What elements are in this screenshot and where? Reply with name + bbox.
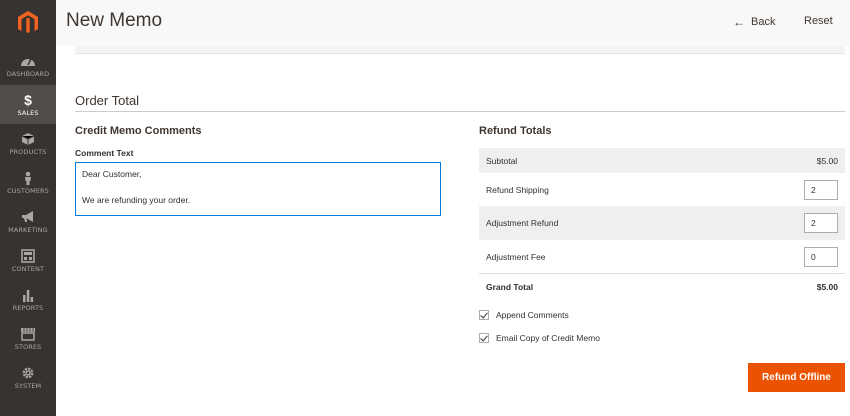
previous-section-bottom	[75, 46, 845, 54]
dashboard-icon	[21, 58, 35, 66]
adjustment-fee-row: Adjustment Fee	[479, 240, 845, 273]
storefront-icon	[21, 327, 35, 341]
adjustment-fee-input[interactable]	[804, 246, 838, 267]
sidebar-item-dashboard[interactable]: DASHBOARD	[0, 46, 56, 85]
section-divider	[75, 111, 845, 112]
sidebar-item-label: MARKETING	[8, 225, 48, 234]
megaphone-icon	[22, 210, 33, 222]
refund-shipping-row: Refund Shipping	[479, 173, 845, 206]
section-title: Order Total	[75, 93, 140, 108]
sidebar-item-label: CUSTOMERS	[7, 186, 49, 195]
subtotal-value: $5.00	[816, 155, 838, 166]
person-icon	[25, 171, 31, 185]
append-comments-option[interactable]: Append Comments	[479, 310, 569, 320]
sidebar-item-stores[interactable]: STORES	[0, 319, 56, 358]
grand-total-value: $5.00	[816, 282, 838, 292]
adjustment-refund-row: Adjustment Refund	[479, 206, 845, 240]
refund-shipping-label: Refund Shipping	[486, 184, 549, 195]
arrow-left-icon: ←	[733, 15, 745, 29]
refund-offline-button[interactable]: Refund Offline	[748, 363, 845, 392]
dollar-icon: $	[24, 91, 32, 108]
cube-icon	[21, 132, 35, 145]
grand-total-label: Grand Total	[486, 282, 534, 292]
layout-icon	[21, 248, 35, 263]
append-comments-label: Append Comments	[496, 310, 569, 320]
comment-text-label: Comment Text	[75, 148, 134, 158]
credit-memo-comments-title: Credit Memo Comments	[75, 125, 202, 137]
sidebar-item-marketing[interactable]: MARKETING	[0, 202, 56, 241]
append-comments-checkbox[interactable]	[479, 310, 489, 320]
admin-sidebar: DASHBOARD $ SALES PRODUCTS CUSTOMERS MAR…	[0, 0, 56, 416]
magento-logo-icon[interactable]	[0, 0, 56, 46]
sidebar-item-reports[interactable]: REPORTS	[0, 280, 56, 319]
reset-button[interactable]: Reset	[804, 15, 833, 27]
bar-chart-icon	[23, 289, 34, 302]
grand-total-row: Grand Total $5.00	[479, 273, 845, 300]
sidebar-item-sales[interactable]: $ SALES	[0, 85, 56, 124]
sidebar-item-label: DASHBOARD	[6, 69, 50, 78]
sidebar-item-label: CONTENT	[11, 264, 45, 273]
comment-textarea[interactable]: Dear Customer, We are refunding your ord…	[75, 162, 441, 216]
page-header: New Memo ← Back Reset	[56, 0, 850, 46]
email-copy-checkbox[interactable]	[479, 333, 489, 343]
gear-icon	[22, 367, 34, 378]
subtotal-label: Subtotal	[486, 155, 518, 166]
email-copy-label: Email Copy of Credit Memo	[496, 333, 600, 343]
adjustment-fee-label: Adjustment Fee	[486, 251, 546, 262]
email-copy-option[interactable]: Email Copy of Credit Memo	[479, 333, 600, 343]
page-title: New Memo	[66, 10, 163, 31]
refund-totals-title: Refund Totals	[479, 125, 552, 137]
adjustment-refund-input[interactable]	[804, 213, 838, 233]
subtotal-row: Subtotal $5.00	[479, 148, 845, 173]
back-button-label: Back	[751, 16, 776, 28]
sidebar-item-label: SYSTEM	[14, 381, 42, 390]
adjustment-refund-label: Adjustment Refund	[486, 218, 559, 228]
back-button[interactable]: ← Back	[733, 15, 775, 29]
sidebar-item-products[interactable]: PRODUCTS	[0, 124, 56, 163]
sidebar-item-label: REPORTS	[12, 303, 44, 312]
sidebar-item-content[interactable]: CONTENT	[0, 241, 56, 280]
sidebar-item-customers[interactable]: CUSTOMERS	[0, 163, 56, 202]
sidebar-item-system[interactable]: SYSTEM	[0, 358, 56, 397]
sidebar-item-label: STORES	[14, 342, 42, 351]
refund-totals-table: Subtotal $5.00 Refund Shipping Adjustmen…	[479, 148, 845, 300]
sidebar-item-label: PRODUCTS	[9, 147, 47, 156]
refund-shipping-input[interactable]	[804, 179, 838, 200]
sidebar-item-label: SALES	[17, 108, 39, 117]
